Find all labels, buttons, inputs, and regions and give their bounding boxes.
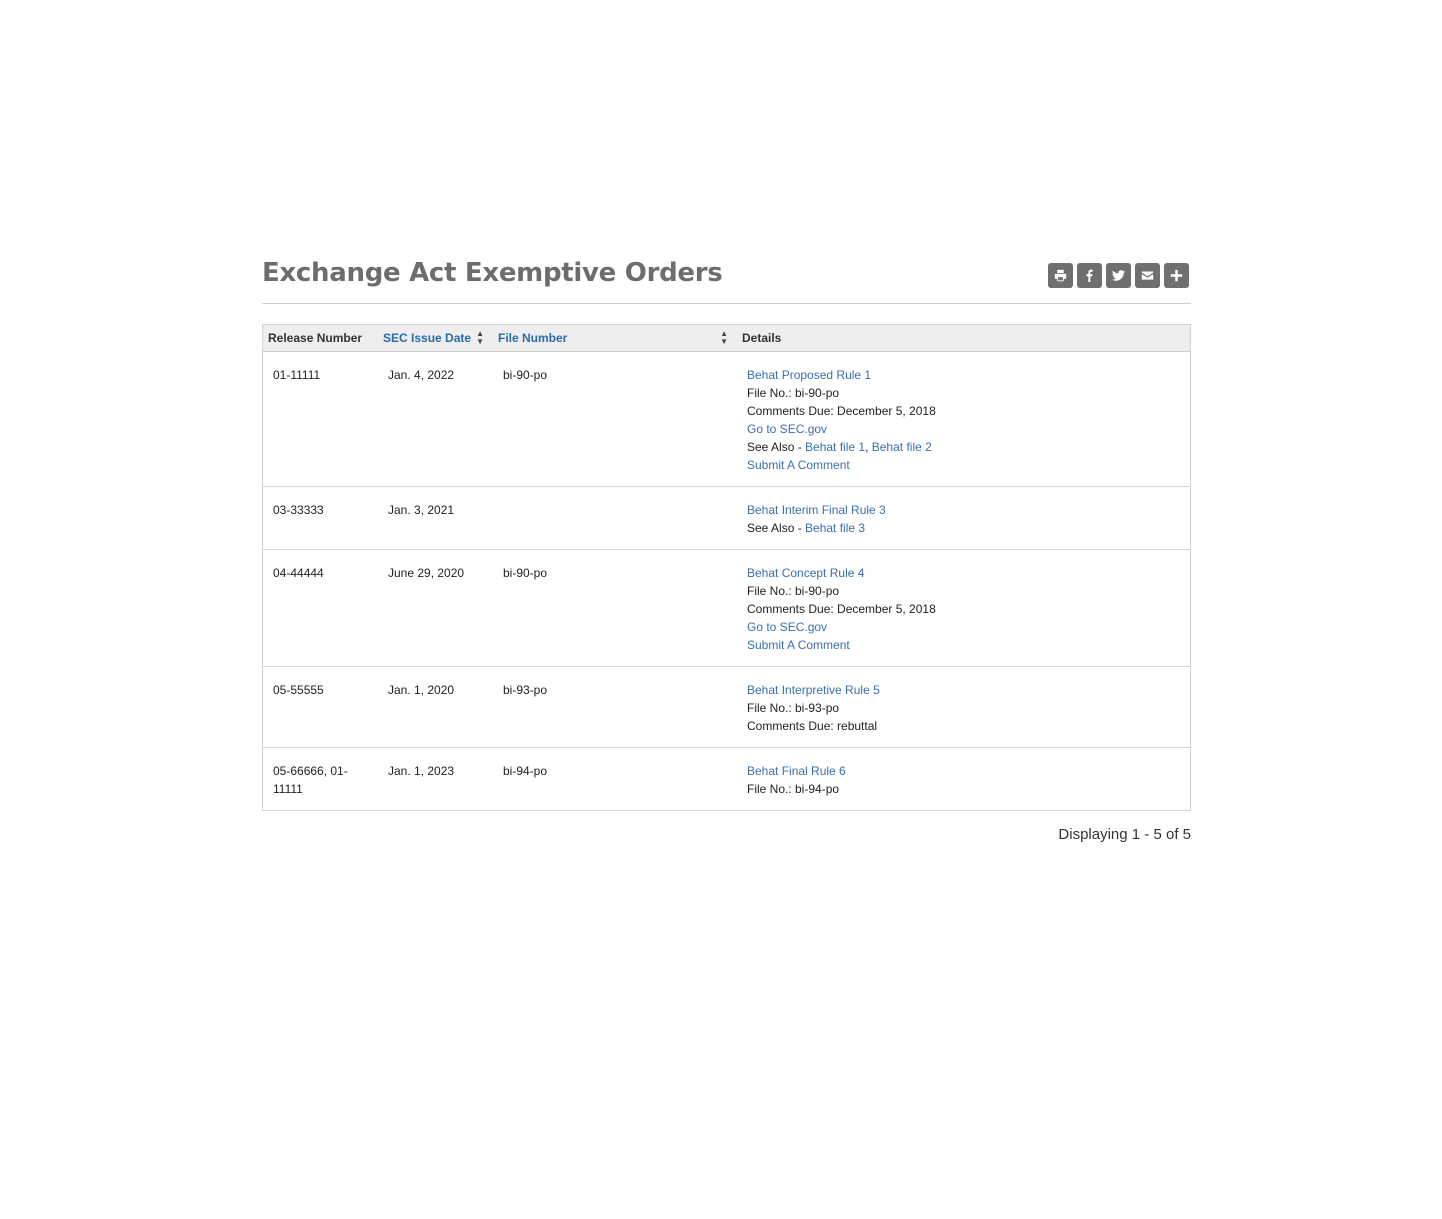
file-no-text: File No.: bi-90-po [747, 584, 840, 598]
plus-icon [1170, 269, 1183, 282]
see-also-link[interactable]: Behat file 3 [805, 521, 865, 535]
email-icon [1141, 271, 1154, 280]
comments-due-text: Comments Due: December 5, 2018 [747, 404, 936, 418]
rule-title-link[interactable]: Behat Interpretive Rule 5 [747, 681, 1180, 699]
rule-title-link[interactable]: Behat Concept Rule 4 [747, 564, 1180, 582]
issue-date-cell: Jan. 1, 2023 [388, 764, 455, 778]
release-number-cell: 03-33333 [262, 486, 378, 550]
table-row: 04-44444 June 29, 2020 bi-90-po Behat Co… [262, 549, 1191, 667]
details-cell: Behat Interim Final Rule 3 See Also - Be… [737, 486, 1191, 550]
more-share-button[interactable] [1164, 263, 1189, 288]
twitter-icon [1112, 270, 1125, 281]
page-title: Exchange Act Exemptive Orders [262, 258, 723, 288]
submit-comment-link[interactable]: Submit A Comment [747, 456, 1180, 474]
facebook-icon [1086, 269, 1093, 282]
release-number-cell: 01-11111 [262, 351, 378, 487]
see-also-line: See Also - Behat file 3 [747, 519, 1180, 537]
share-toolbar [1048, 263, 1189, 288]
see-also-label: See Also - [747, 440, 806, 454]
orders-table: Release Number SEC Issue Date ▲ ▼ File Nu… [262, 324, 1191, 811]
file-number-cell: bi-93-po [493, 666, 737, 748]
table-header-row: Release Number SEC Issue Date ▲ ▼ File Nu… [262, 324, 1191, 352]
issue-date-cell: Jan. 3, 2021 [378, 486, 493, 550]
details-cell: Behat Concept Rule 4 File No.: bi-90-po … [737, 549, 1191, 667]
release-number-cell: 05-66666, 01-11111 [273, 764, 348, 796]
see-also-line: See Also - Behat file 1, Behat file 2 [747, 438, 1180, 456]
page-header: Exchange Act Exemptive Orders [262, 256, 1191, 304]
sort-icon[interactable]: ▲ ▼ [476, 330, 484, 346]
see-also-separator: , [865, 440, 872, 454]
column-header-release-number: Release Number [262, 324, 378, 352]
issue-date-cell: Jan. 4, 2022 [378, 351, 493, 487]
facebook-share-button[interactable] [1077, 263, 1102, 288]
pagination-summary: Displaying 1 - 5 of 5 [1058, 826, 1191, 843]
submit-comment-link[interactable]: Submit A Comment [747, 636, 1180, 654]
issue-date-cell: Jan. 1, 2020 [378, 666, 493, 748]
sort-file-number-link[interactable]: File Number [498, 331, 567, 345]
sort-issue-date-link[interactable]: SEC Issue Date [383, 331, 471, 345]
table-row: 05-66666, 01-11111 Jan. 1, 2023 bi-94-po… [263, 748, 1191, 811]
goto-sec-link[interactable]: Go to SEC.gov [747, 420, 1180, 438]
main-container: Exchange Act Exemptive Orders Release Nu… [262, 256, 1191, 843]
file-no-text: File No.: bi-90-po [747, 386, 840, 400]
issue-date-cell: June 29, 2020 [378, 549, 493, 667]
rule-title-link[interactable]: Behat Final Rule 6 [747, 762, 1180, 780]
column-header-issue-date[interactable]: SEC Issue Date ▲ ▼ [378, 324, 493, 352]
table-row: 01-11111 Jan. 4, 2022 bi-90-po Behat Pro… [262, 351, 1191, 487]
email-share-button[interactable] [1135, 263, 1160, 288]
print-icon [1054, 269, 1067, 282]
rule-title-link[interactable]: Behat Proposed Rule 1 [747, 366, 1180, 384]
details-cell: Behat Interpretive Rule 5 File No.: bi-9… [737, 666, 1191, 748]
file-no-text: File No.: bi-94-po [747, 782, 840, 796]
comments-due-text: Comments Due: rebuttal [747, 719, 878, 733]
comments-due-text: Comments Due: December 5, 2018 [747, 602, 936, 616]
file-number-cell [493, 486, 737, 550]
column-header-file-number[interactable]: File Number ▲ ▼ [493, 324, 737, 352]
file-number-cell: bi-90-po [493, 351, 737, 487]
details-cell: Behat Final Rule 6 File No.: bi-94-po [737, 748, 1191, 811]
see-also-link[interactable]: Behat file 2 [872, 440, 932, 454]
see-also-link[interactable]: Behat file 1 [805, 440, 865, 454]
rule-title-link[interactable]: Behat Interim Final Rule 3 [747, 501, 1180, 519]
file-number-cell: bi-90-po [493, 549, 737, 667]
sort-icon[interactable]: ▲ ▼ [720, 330, 728, 346]
table-row: 05-55555 Jan. 1, 2020 bi-93-po Behat Int… [262, 666, 1191, 748]
file-no-text: File No.: bi-93-po [747, 701, 840, 715]
goto-sec-link[interactable]: Go to SEC.gov [747, 618, 1180, 636]
details-cell: Behat Proposed Rule 1 File No.: bi-90-po… [737, 351, 1191, 487]
release-number-cell: 05-55555 [262, 666, 378, 748]
release-number-cell: 04-44444 [262, 549, 378, 667]
twitter-share-button[interactable] [1106, 263, 1131, 288]
file-number-cell: bi-94-po [503, 764, 548, 778]
print-button[interactable] [1048, 263, 1073, 288]
table-row: 03-33333 Jan. 3, 2021 Behat Interim Fina… [262, 486, 1191, 550]
see-also-label: See Also - [747, 521, 806, 535]
column-header-details: Details [737, 324, 1191, 352]
